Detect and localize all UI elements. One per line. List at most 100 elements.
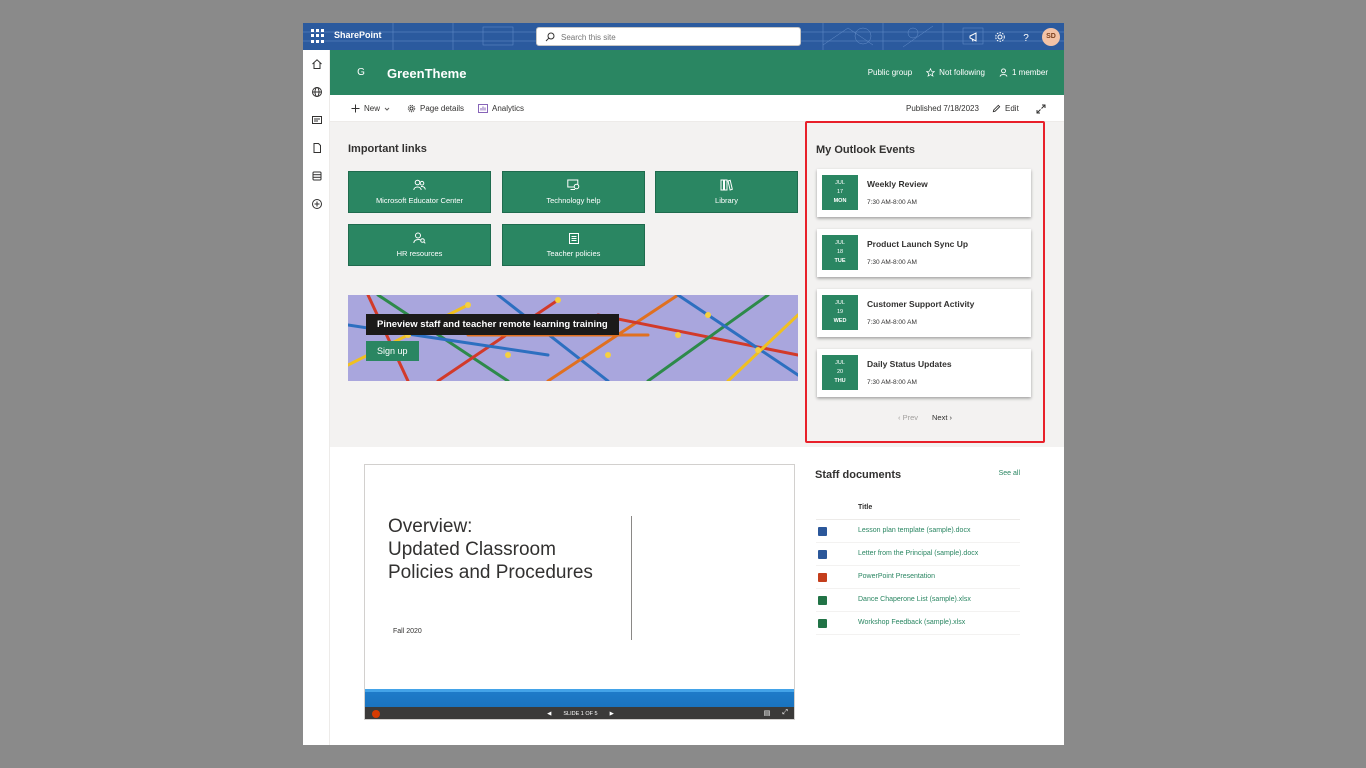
outlook-events-webpart: My Outlook Events JUL 17 MON Weekly Revi… (805, 121, 1045, 443)
events-pager: ‹ Prev Next › (807, 413, 1043, 422)
next-button[interactable]: Next › (932, 413, 952, 422)
megaphone-icon[interactable] (961, 23, 987, 50)
event-card[interactable]: JUL 17 MON Weekly Review 7:30 AM-8:00 AM (817, 169, 1031, 217)
chevron-down-icon (384, 107, 390, 111)
pencil-icon (992, 104, 1001, 113)
sign-up-button[interactable]: Sign up (366, 341, 419, 361)
quick-link-label: HR resources (396, 249, 443, 258)
event-day: 19 (836, 309, 844, 315)
prev-label: Prev (902, 413, 918, 422)
analytics-button[interactable]: Analytics (478, 95, 524, 122)
slide-indicator: SLIDE 1 OF 5 (563, 711, 598, 717)
suite-brand[interactable]: SharePoint (334, 30, 382, 40)
follow-button[interactable]: Not following (926, 68, 985, 77)
slide-subtitle: Fall 2020 (393, 628, 422, 635)
word-icon (818, 527, 827, 536)
quick-link-hr-resources[interactable]: HR resources (348, 224, 491, 266)
event-date-badge: JUL 20 THU (822, 355, 858, 390)
event-weekday: THU (834, 378, 846, 384)
published-status: Published 7/18/2023 (906, 95, 979, 122)
presentation-viewer[interactable]: Overview: Updated Classroom Policies and… (364, 464, 795, 720)
column-header-title[interactable]: Title (858, 504, 872, 511)
event-day: 20 (836, 369, 844, 375)
next-slide-icon[interactable]: ▶ (610, 711, 614, 717)
event-title: Customer Support Activity (867, 299, 975, 309)
quick-link-label: Teacher policies (546, 249, 601, 258)
important-links-heading: Important links (348, 143, 427, 155)
event-card[interactable]: JUL 20 THU Daily Status Updates 7:30 AM-… (817, 349, 1031, 397)
gear-icon[interactable] (987, 23, 1013, 50)
quick-link-library[interactable]: Library (655, 171, 798, 213)
person-icon (999, 68, 1008, 77)
svg-text:?: ? (1023, 33, 1029, 43)
word-icon (818, 550, 827, 559)
create-icon[interactable] (303, 193, 330, 215)
fullscreen-icon[interactable]: ⤢ (782, 709, 788, 717)
lists-icon[interactable] (303, 165, 330, 187)
members-button[interactable]: 1 member (999, 68, 1048, 77)
search-input[interactable] (561, 30, 791, 44)
document-name: Letter from the Principal (sample).docx (858, 550, 979, 557)
app-launcher-icon[interactable] (311, 29, 325, 43)
view-options-icon[interactable]: ▤ (764, 709, 771, 717)
document-row[interactable]: Lesson plan template (sample).docx (816, 520, 1020, 543)
site-logo[interactable]: G (352, 63, 370, 81)
quick-link-technology-help[interactable]: Technology help (502, 171, 645, 213)
see-all-link[interactable]: See all (999, 470, 1020, 477)
event-title: Daily Status Updates (867, 359, 952, 369)
document-icon[interactable] (303, 137, 330, 159)
event-time: 7:30 AM-8:00 AM (867, 319, 917, 326)
excel-icon (818, 596, 827, 605)
globe-icon[interactable] (303, 81, 330, 103)
events-heading: My Outlook Events (816, 144, 916, 156)
new-button[interactable]: New (351, 95, 390, 122)
people-icon (413, 179, 426, 191)
document-row[interactable]: PowerPoint Presentation (816, 566, 1020, 589)
quick-link-label: Technology help (546, 196, 601, 205)
event-weekday: WED (833, 318, 847, 324)
hero-banner[interactable]: Pineview staff and teacher remote learni… (348, 295, 798, 381)
slide-title-line: Updated Classroom (388, 539, 556, 560)
published-label: Published 7/18/2023 (906, 104, 979, 113)
slide-footer-stripe (365, 689, 794, 707)
prev-button[interactable]: ‹ Prev (898, 413, 918, 422)
privacy-text: Public group (867, 68, 913, 77)
event-month: JUL (835, 240, 845, 246)
command-bar: New Page details Analytics Published 7/1… (330, 95, 1064, 122)
event-weekday: MON (833, 198, 847, 204)
search-icon (545, 32, 555, 42)
quick-link-educator-center[interactable]: Microsoft Educator Center (348, 171, 491, 213)
analytics-icon (478, 104, 488, 113)
home-icon[interactable] (303, 53, 330, 75)
edit-button[interactable]: Edit (992, 95, 1019, 122)
document-row[interactable]: Dance Chaperone List (sample).xlsx (816, 589, 1020, 612)
viewer-toolbar: ◀ SLIDE 1 OF 5 ▶ ▤ ⤢ (365, 707, 794, 719)
search-box[interactable] (536, 27, 801, 46)
expand-icon[interactable] (1036, 95, 1046, 122)
document-name: Dance Chaperone List (sample).xlsx (858, 596, 971, 603)
page-details-label: Page details (420, 104, 465, 113)
event-time: 7:30 AM-8:00 AM (867, 379, 917, 386)
site-title[interactable]: GreenTheme (387, 66, 466, 81)
event-card[interactable]: JUL 18 TUE Product Launch Sync Up 7:30 A… (817, 229, 1031, 277)
quick-link-label: Microsoft Educator Center (375, 196, 464, 205)
event-time: 7:30 AM-8:00 AM (867, 199, 917, 206)
event-day: 18 (836, 249, 844, 255)
left-app-bar (303, 50, 330, 745)
user-avatar[interactable]: SD (1042, 27, 1060, 46)
bottom-section: Overview: Updated Classroom Policies and… (330, 447, 1064, 745)
slide-divider (631, 516, 632, 640)
news-icon[interactable] (303, 109, 330, 131)
document-name: Workshop Feedback (sample).xlsx (858, 619, 966, 626)
document-row[interactable]: Workshop Feedback (sample).xlsx (816, 612, 1020, 635)
event-title: Weekly Review (867, 179, 928, 189)
slide-title-line: Policies and Procedures (388, 562, 593, 583)
document-row[interactable]: Letter from the Principal (sample).docx (816, 543, 1020, 566)
event-card[interactable]: JUL 19 WED Customer Support Activity 7:3… (817, 289, 1031, 337)
page-details-button[interactable]: Page details (407, 95, 464, 122)
gear-icon (407, 104, 416, 113)
prev-slide-icon[interactable]: ◀ (547, 711, 551, 717)
quick-link-teacher-policies[interactable]: Teacher policies (502, 224, 645, 266)
screen-settings-icon (567, 179, 580, 190)
help-icon[interactable]: ? (1013, 23, 1039, 50)
